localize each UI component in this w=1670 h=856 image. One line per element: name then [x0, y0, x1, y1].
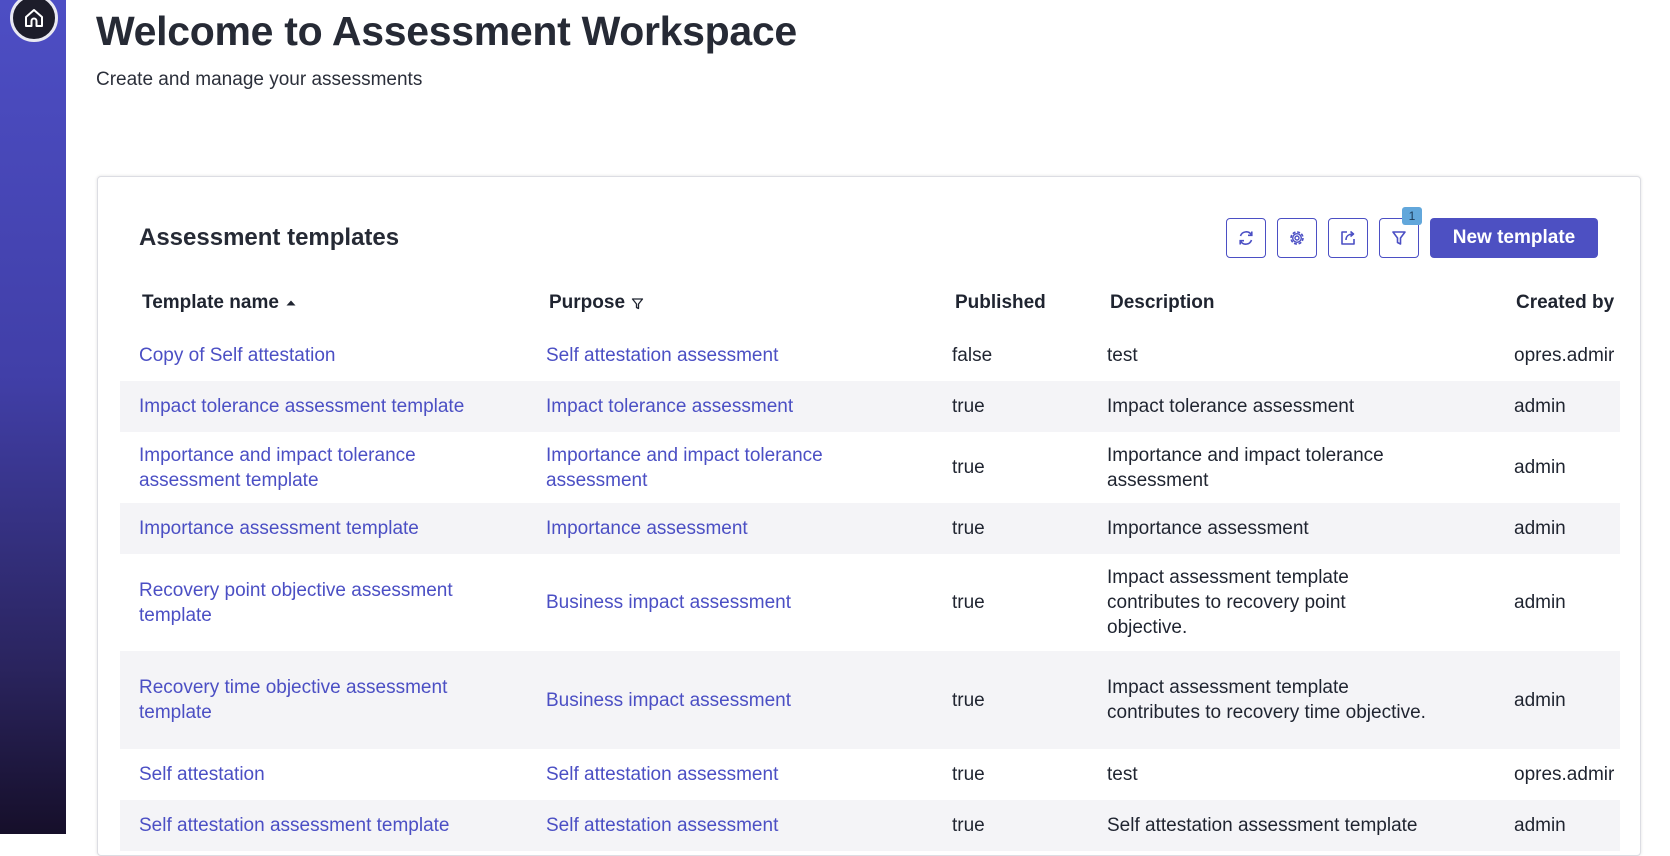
filter-icon — [1392, 231, 1406, 245]
template-name-link[interactable]: Importance and impact tolerance assessme… — [139, 432, 499, 503]
table-row: Copy of Self attestation Self attestatio… — [120, 330, 1620, 381]
templates-title: Assessment templates — [139, 224, 400, 251]
table-row: Recovery time objective assessment templ… — [120, 651, 1620, 749]
table-row: Impact tolerance assessment template Imp… — [120, 381, 1620, 432]
settings-icon — [1290, 231, 1304, 245]
filter-count-badge: 1 — [1402, 207, 1422, 225]
published-value: true — [952, 396, 985, 417]
template-name-link[interactable]: Self attestation assessment template — [139, 800, 499, 851]
description-text: Impact assessment template contributes t… — [1107, 567, 1349, 638]
template-name-link[interactable]: Copy of Self attestation — [139, 330, 499, 381]
description-text: Importance and impact tolerance assessme… — [1107, 444, 1384, 491]
description-text: Impact assessment template contributes t… — [1107, 677, 1426, 723]
description-text: test — [1107, 345, 1138, 366]
created-by-text: opres.admir — [1514, 345, 1615, 366]
settings-button[interactable] — [1277, 218, 1317, 258]
published-value: true — [952, 457, 985, 478]
table-row: Self attestation Self attestation assess… — [120, 749, 1620, 800]
purpose-link[interactable]: Importance assessment — [546, 503, 876, 554]
refresh-button[interactable] — [1226, 218, 1266, 258]
created-by-text: opres.admir — [1514, 764, 1615, 785]
template-name-link[interactable]: Impact tolerance assessment template — [139, 381, 499, 432]
column-header-created-by[interactable]: Created by — [1516, 292, 1614, 314]
page-title: Welcome to Assessment Workspace — [96, 8, 797, 54]
purpose-link[interactable]: Business impact assessment — [546, 651, 876, 749]
created-by-text: admin — [1514, 518, 1566, 539]
description-text: test — [1107, 764, 1138, 785]
column-header-published[interactable]: Published — [955, 292, 1046, 314]
published-value: true — [952, 689, 985, 711]
table-row: Importance and impact tolerance assessme… — [120, 432, 1620, 503]
new-template-button[interactable]: New template — [1430, 218, 1598, 258]
sort-ascending-icon — [286, 300, 296, 306]
home-button[interactable] — [10, 0, 58, 42]
column-header-template-name[interactable]: Template name — [142, 292, 297, 314]
published-value: true — [952, 815, 985, 836]
table-header: Template name Purpose Published Descript… — [120, 288, 1620, 320]
column-header-purpose[interactable]: Purpose — [549, 292, 644, 314]
description-text: Self attestation assessment template — [1107, 815, 1418, 836]
purpose-link[interactable]: Self attestation assessment — [546, 749, 876, 800]
column-label: Published — [955, 292, 1046, 313]
template-name-link[interactable]: Recovery point objective assessment temp… — [139, 554, 499, 651]
description-text: Impact tolerance assessment — [1107, 396, 1355, 417]
column-header-description[interactable]: Description — [1110, 292, 1215, 314]
template-name-link[interactable]: Importance assessment template — [139, 503, 499, 554]
created-by-text: admin — [1514, 457, 1566, 478]
column-label: Description — [1110, 292, 1215, 313]
export-button[interactable] — [1328, 218, 1368, 258]
published-value: true — [952, 518, 985, 539]
sidebar — [0, 0, 66, 834]
table-row: Self attestation assessment template Sel… — [120, 800, 1620, 851]
home-icon — [25, 9, 43, 27]
filter-icon — [631, 297, 644, 309]
published-value: true — [952, 764, 985, 785]
column-label: Purpose — [549, 292, 626, 313]
purpose-link[interactable]: Impact tolerance assessment — [546, 381, 876, 432]
created-by-text: admin — [1514, 815, 1566, 836]
purpose-link[interactable]: Business impact assessment — [546, 554, 876, 651]
created-by-text: admin — [1514, 592, 1566, 613]
refresh-icon — [1239, 231, 1253, 245]
page-subtitle: Create and manage your assessments — [96, 69, 423, 90]
purpose-link[interactable]: Self attestation assessment — [546, 330, 876, 381]
template-name-link[interactable]: Self attestation — [139, 749, 499, 800]
column-label: Template name — [142, 292, 279, 313]
created-by-text: admin — [1514, 689, 1566, 711]
template-name-link[interactable]: Recovery time objective assessment templ… — [139, 651, 499, 749]
export-icon — [1341, 230, 1355, 245]
published-value: true — [952, 592, 985, 613]
table-row: Recovery point objective assessment temp… — [120, 554, 1620, 651]
column-label: Created by — [1516, 292, 1615, 313]
table-row: Importance assessment template Importanc… — [120, 503, 1620, 554]
published-value: false — [952, 345, 993, 366]
created-by-text: admin — [1514, 396, 1566, 417]
purpose-link[interactable]: Self attestation assessment — [546, 800, 876, 851]
description-text: Importance assessment — [1107, 518, 1309, 539]
templates-table-body: Copy of Self attestation Self attestatio… — [120, 330, 1620, 851]
purpose-link[interactable]: Importance and impact tolerance assessme… — [546, 432, 876, 503]
